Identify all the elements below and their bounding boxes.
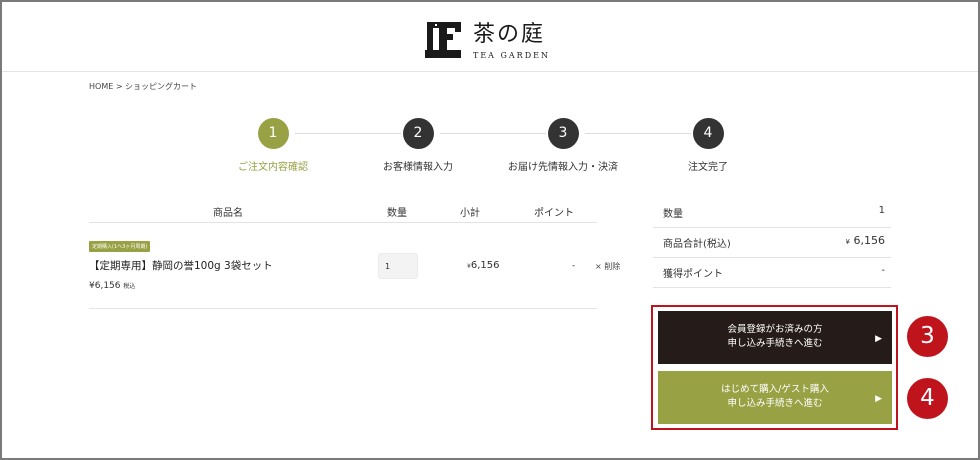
annotation-badge-3: 3 <box>907 316 948 357</box>
step-order-complete: 4 注文完了 <box>638 118 778 173</box>
summary-label: 獲得ポイント <box>663 269 723 280</box>
product-price: ¥6,156 税込 <box>89 281 135 291</box>
column-product: 商品名 <box>213 208 243 219</box>
step-number: 4 <box>692 118 724 149</box>
site-header: 茶の庭 TEA GARDEN <box>2 2 978 72</box>
summary-value: 1 <box>878 205 885 216</box>
delete-button[interactable]: × 削除 <box>595 261 620 272</box>
checkout-progress: 1 ご注文内容確認 2 お客様情報入力 3 お届け先情報入力・決済 4 注文完了 <box>0 118 980 178</box>
step-number: 2 <box>402 118 434 149</box>
item-subtotal: ¥6,156 <box>467 260 499 271</box>
step-label: ご注文内容確認 <box>238 162 308 173</box>
step-label: お届け先情報入力・決済 <box>508 162 618 173</box>
annotation-badge-4: 4 <box>907 378 948 419</box>
product-price-value: ¥6,156 <box>89 281 121 291</box>
order-summary: 数量 1 商品合計(税込) ¥ 6,156 獲得ポイント - <box>653 198 891 288</box>
button-label-line2: 申し込み手続きへ進む <box>727 398 823 409</box>
step-delivery-payment: 3 お届け先情報入力・決済 <box>493 118 633 173</box>
step-number: 1 <box>257 118 289 149</box>
step-label: お客様情報入力 <box>383 162 453 173</box>
summary-label: 商品合計(税込) <box>663 239 731 250</box>
button-label-line1: はじめて購入/ゲスト購入 <box>721 384 829 395</box>
summary-value: - <box>881 265 885 276</box>
cart-item-row: 定期購入(1ヘ3ヶ月周期) 【定期専用】静岡の誉100g 3袋セット ¥6,15… <box>89 223 620 309</box>
logo-mark-icon <box>425 20 465 62</box>
subscription-badge: 定期購入(1ヘ3ヶ月周期) <box>89 241 151 252</box>
logo-japanese-text: 茶の庭 <box>473 21 546 47</box>
item-subtotal-value: 6,156 <box>470 260 500 271</box>
summary-row-total: 商品合計(税込) ¥ 6,156 <box>653 228 891 258</box>
summary-total-value: 6,156 <box>853 234 886 247</box>
summary-value: ¥ 6,156 <box>846 234 885 247</box>
step-order-confirmation: 1 ご注文内容確認 <box>203 118 343 173</box>
breadcrumb[interactable]: HOME > ショッピングカート <box>89 81 197 92</box>
summary-row-points: 獲得ポイント - <box>653 258 891 288</box>
summary-row-quantity: 数量 1 <box>653 198 891 228</box>
checkout-buttons-highlight: 会員登録がお済みの方 申し込み手続きへ進む ▶ はじめて購入/ゲスト購入 申し込… <box>651 305 898 430</box>
logo-english-text: TEA GARDEN <box>473 50 550 60</box>
column-points: ポイント <box>534 208 574 219</box>
button-label-line2: 申し込み手続きへ進む <box>727 338 823 349</box>
quantity-input[interactable]: 1 <box>378 253 418 279</box>
summary-label: 数量 <box>663 209 683 220</box>
button-label-line1: 会員登録がお済みの方 <box>727 324 823 335</box>
play-arrow-icon: ▶ <box>875 394 882 404</box>
member-checkout-button[interactable]: 会員登録がお済みの方 申し込み手続きへ進む ▶ <box>658 311 892 364</box>
cart-table-header: 商品名 数量 小計 ポイント <box>89 198 597 223</box>
guest-checkout-button[interactable]: はじめて購入/ゲスト購入 申し込み手続きへ進む ▶ <box>658 371 892 424</box>
column-subtotal: 小計 <box>460 208 480 219</box>
step-customer-info: 2 お客様情報入力 <box>348 118 488 173</box>
tax-label: 税込 <box>123 283 136 290</box>
item-points: - <box>572 261 576 271</box>
site-logo[interactable]: 茶の庭 TEA GARDEN <box>425 20 550 62</box>
product-name[interactable]: 【定期専用】静岡の誉100g 3袋セット <box>89 258 273 273</box>
step-number: 3 <box>547 118 579 149</box>
yen-symbol: ¥ <box>845 238 850 246</box>
column-quantity: 数量 <box>387 208 407 219</box>
play-arrow-icon: ▶ <box>875 334 882 344</box>
step-label: 注文完了 <box>688 162 728 173</box>
